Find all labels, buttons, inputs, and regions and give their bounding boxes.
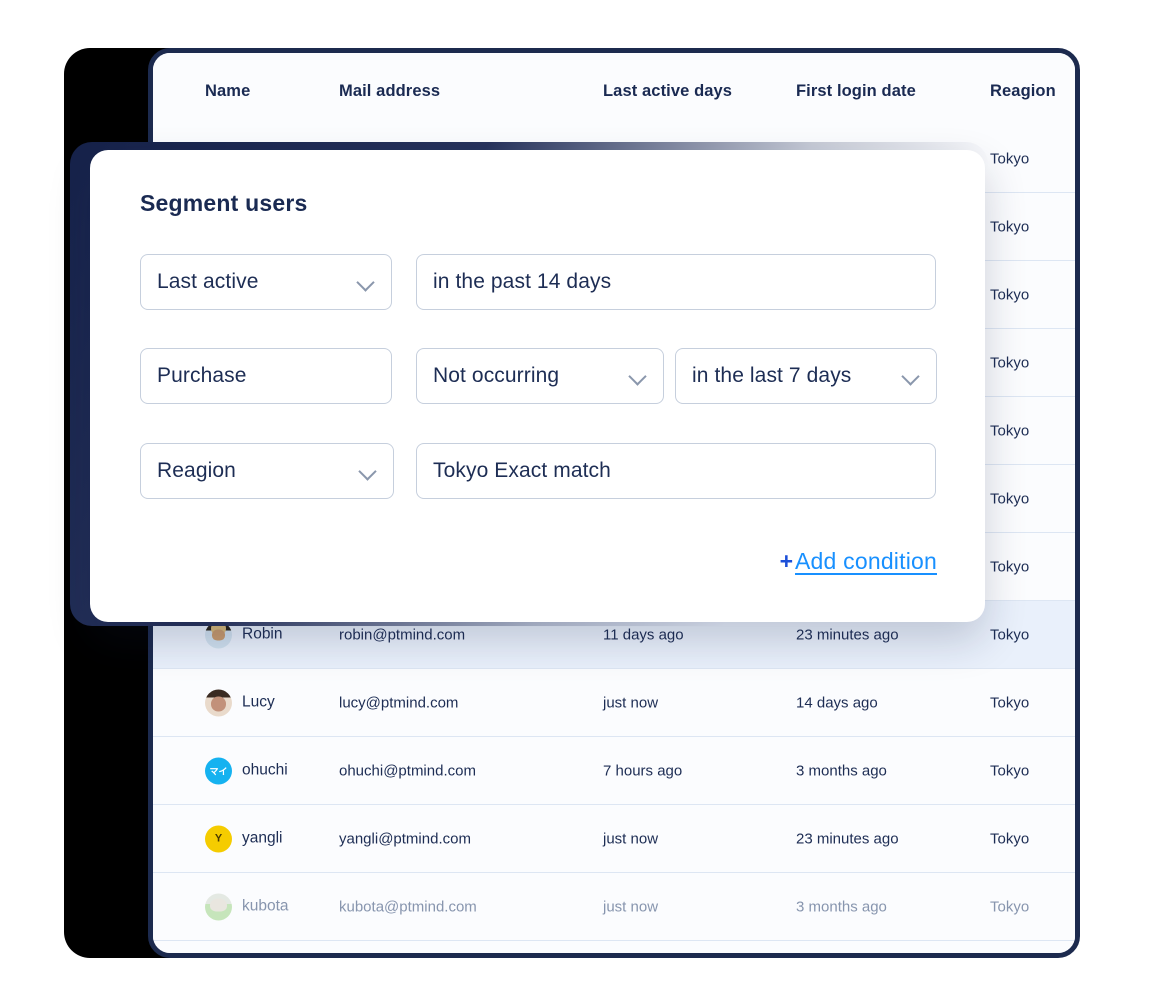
condition-3-attribute-select[interactable]: Reagion (140, 443, 394, 499)
chevron-down-icon (359, 462, 377, 480)
column-header-last-active[interactable]: Last active days (603, 82, 732, 101)
add-condition-label: Add condition (795, 548, 937, 574)
cell-name: Y yangli (205, 825, 283, 852)
cell-reagion: Tokyo (990, 286, 1030, 303)
cell-first-login: 14 days ago (796, 694, 878, 711)
condition-2-operator-value: Not occurring (433, 364, 560, 387)
cell-name: マイ ohuchi (205, 757, 288, 784)
plus-icon: + (779, 548, 794, 574)
cell-reagion: Tokyo (990, 422, 1030, 439)
condition-2-operator-select[interactable]: Not occurring (416, 348, 664, 404)
user-name: Robin (242, 625, 283, 643)
chevron-down-icon (357, 273, 375, 291)
avatar: マイ (205, 757, 232, 784)
cell-last-active: 7 hours ago (603, 762, 683, 779)
condition-3-attribute-value: Reagion (157, 459, 236, 482)
chevron-down-icon (629, 367, 647, 385)
cell-last-active: just now (603, 898, 659, 915)
cell-name: kubota (205, 893, 289, 920)
user-name: yangli (242, 829, 283, 847)
cell-reagion: Tokyo (990, 150, 1030, 167)
condition-2-value-select[interactable]: in the last 7 days (675, 348, 937, 404)
cell-name: Lucy (205, 689, 275, 716)
avatar: Y (205, 825, 232, 852)
table-row[interactable]: kubota kubota@ptmind.com just now 3 mont… (153, 873, 1075, 941)
condition-3-value-text: Tokyo Exact match (433, 459, 611, 482)
table-row[interactable]: Lucy lucy@ptmind.com just now 14 days ag… (153, 669, 1075, 737)
segment-users-modal: Segment users Last active in the past 14… (90, 150, 985, 622)
user-name: Lucy (242, 693, 275, 711)
cell-mail-address: yangli@ptmind.com (339, 830, 471, 847)
modal-title: Segment users (140, 190, 308, 216)
cell-reagion: Tokyo (990, 830, 1030, 847)
table-header-row: Name Mail address Last active days First… (153, 53, 1075, 126)
cell-mail-address: lucy@ptmind.com (339, 694, 459, 711)
condition-2-attribute-value: Purchase (157, 364, 247, 387)
condition-1-attribute-value: Last active (157, 270, 259, 293)
cell-reagion: Tokyo (990, 898, 1030, 915)
cell-last-active: just now (603, 694, 659, 711)
condition-1-value-input[interactable]: in the past 14 days (416, 254, 936, 310)
avatar (205, 893, 232, 920)
cell-mail-address: kubota@ptmind.com (339, 898, 477, 915)
condition-2-attribute-select[interactable]: Purchase (140, 348, 392, 404)
cell-reagion: Tokyo (990, 626, 1030, 643)
condition-2-value-text: in the last 7 days (692, 364, 852, 387)
column-header-name[interactable]: Name (205, 82, 250, 101)
user-name: ohuchi (242, 761, 288, 779)
cell-first-login: 3 months ago (796, 898, 887, 915)
cell-first-login: 3 months ago (796, 762, 887, 779)
cell-reagion: Tokyo (990, 694, 1030, 711)
cell-reagion: Tokyo (990, 354, 1030, 371)
condition-3-value-input[interactable]: Tokyo Exact match (416, 443, 936, 499)
avatar (205, 689, 232, 716)
cell-last-active: just now (603, 830, 659, 847)
cell-reagion: Tokyo (990, 218, 1030, 235)
cell-mail-address: robin@ptmind.com (339, 626, 466, 643)
cell-mail-address: ohuchi@ptmind.com (339, 762, 476, 779)
condition-1-attribute-select[interactable]: Last active (140, 254, 392, 310)
cell-reagion: Tokyo (990, 490, 1030, 507)
cell-reagion: Tokyo (990, 762, 1030, 779)
cell-first-login: 23 minutes ago (796, 626, 899, 643)
cell-reagion: Tokyo (990, 558, 1030, 575)
user-name: kubota (242, 897, 289, 915)
column-header-mail-address[interactable]: Mail address (339, 82, 440, 101)
add-condition-button[interactable]: + Add condition (780, 548, 937, 575)
table-row[interactable]: Y yangli yangli@ptmind.com just now 23 m… (153, 805, 1075, 873)
cell-last-active: 11 days ago (603, 626, 684, 643)
column-header-reagion[interactable]: Reagion (990, 82, 1056, 101)
condition-1-value-text: in the past 14 days (433, 270, 612, 293)
table-row[interactable]: マイ ohuchi ohuchi@ptmind.com 7 hours ago … (153, 737, 1075, 805)
cell-first-login: 23 minutes ago (796, 830, 899, 847)
column-header-first-login[interactable]: First login date (796, 82, 916, 101)
chevron-down-icon (902, 367, 920, 385)
